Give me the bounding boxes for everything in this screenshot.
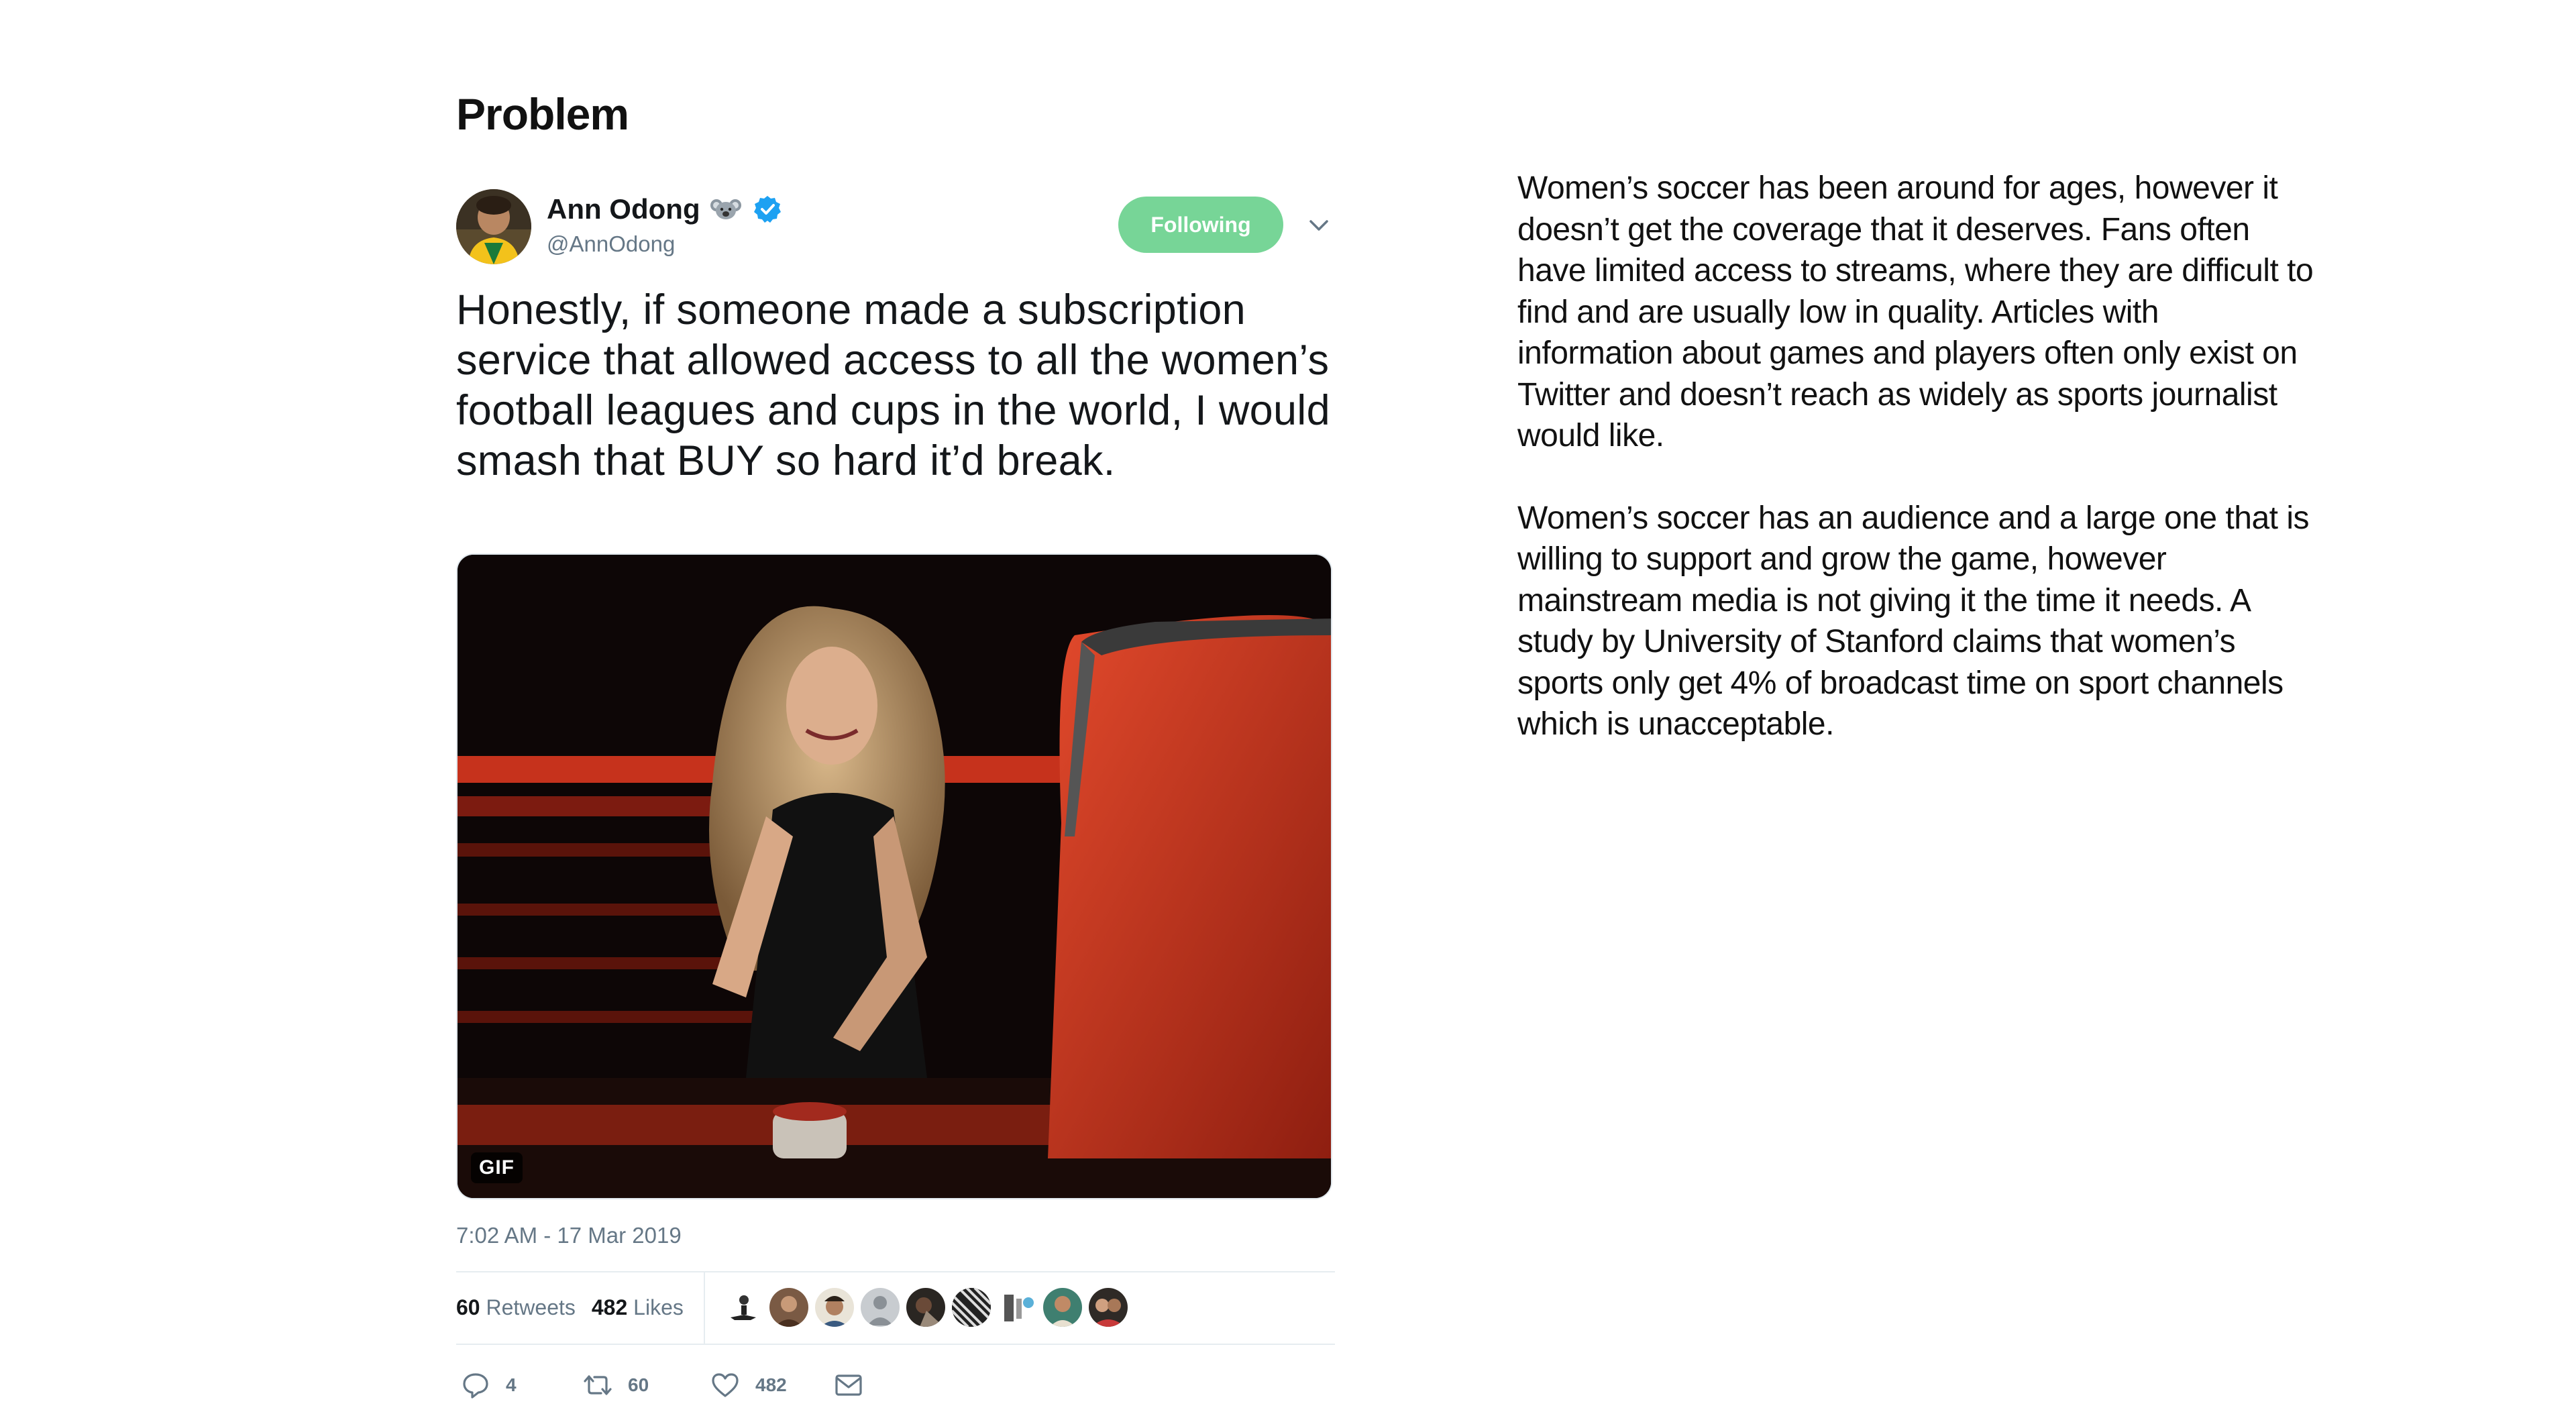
retweet-icon	[584, 1375, 612, 1395]
direct-message-action[interactable]	[833, 1370, 864, 1401]
reply-count: 4	[506, 1374, 517, 1395]
tweet-card: Ann Odong @AnnOdong Following Honestly, …	[456, 188, 1335, 1399]
heart-icon	[712, 1373, 739, 1397]
likers-avatars	[723, 1288, 1128, 1327]
liker-avatar[interactable]	[860, 1288, 900, 1327]
retweet-action[interactable]: 60	[582, 1370, 710, 1401]
liker-avatar[interactable]	[951, 1288, 991, 1327]
retweets-count: 60	[456, 1295, 480, 1319]
page-title: Problem	[456, 89, 629, 140]
tweet-header: Ann Odong @AnnOdong Following Honestly, …	[456, 188, 1332, 484]
description-paragraph: Women’s soccer has an audience and a lar…	[1517, 500, 2309, 743]
retweets-stat[interactable]: 60 Retweets	[456, 1295, 576, 1320]
liker-avatar[interactable]	[1088, 1288, 1128, 1327]
retweet-count: 60	[628, 1374, 649, 1395]
author-avatar[interactable]	[456, 189, 531, 264]
liker-avatar[interactable]	[906, 1288, 945, 1327]
likes-label: Likes	[633, 1295, 684, 1319]
chevron-down-icon[interactable]	[1307, 213, 1331, 237]
reply-icon	[463, 1373, 488, 1399]
stats-separator	[703, 1271, 705, 1344]
like-count: 482	[755, 1374, 787, 1395]
author-handle[interactable]: @AnnOdong	[547, 231, 675, 257]
author-name[interactable]: Ann Odong	[547, 193, 700, 225]
direct-message-icon	[835, 1374, 862, 1396]
liker-avatar[interactable]	[997, 1288, 1036, 1327]
likes-count: 482	[591, 1295, 628, 1319]
divider	[456, 1344, 1335, 1345]
following-button[interactable]: Following	[1118, 197, 1283, 253]
retweets-label: Retweets	[486, 1295, 576, 1319]
koala-icon	[710, 193, 742, 225]
tweet-actions: 4 60 482	[456, 1358, 864, 1412]
tweet-stats: 60 Retweets 482 Likes	[456, 1271, 1335, 1344]
likes-stat[interactable]: 482 Likes	[592, 1295, 684, 1320]
author-name-row: Ann Odong	[547, 193, 784, 225]
liker-avatar[interactable]	[814, 1288, 854, 1327]
tweet-gif-media[interactable]: GIF	[456, 553, 1332, 1199]
gif-frame-image	[458, 555, 1331, 1198]
problem-description: Women’s soccer has been around for ages,…	[1517, 168, 2322, 786]
like-action[interactable]: 482	[710, 1370, 833, 1401]
liker-avatar[interactable]	[723, 1288, 763, 1327]
gif-badge: GIF	[471, 1152, 523, 1183]
tweet-timestamp[interactable]: 7:02 AM - 17 Mar 2019	[456, 1223, 682, 1248]
description-paragraph: Women’s soccer has been around for ages,…	[1517, 170, 2314, 453]
verified-badge-icon	[751, 193, 784, 225]
tweet-text: Honestly, if someone made a subscription…	[456, 286, 1330, 484]
liker-avatar[interactable]	[1042, 1288, 1082, 1327]
reply-action[interactable]: 4	[460, 1370, 582, 1401]
liker-avatar[interactable]	[769, 1288, 808, 1327]
